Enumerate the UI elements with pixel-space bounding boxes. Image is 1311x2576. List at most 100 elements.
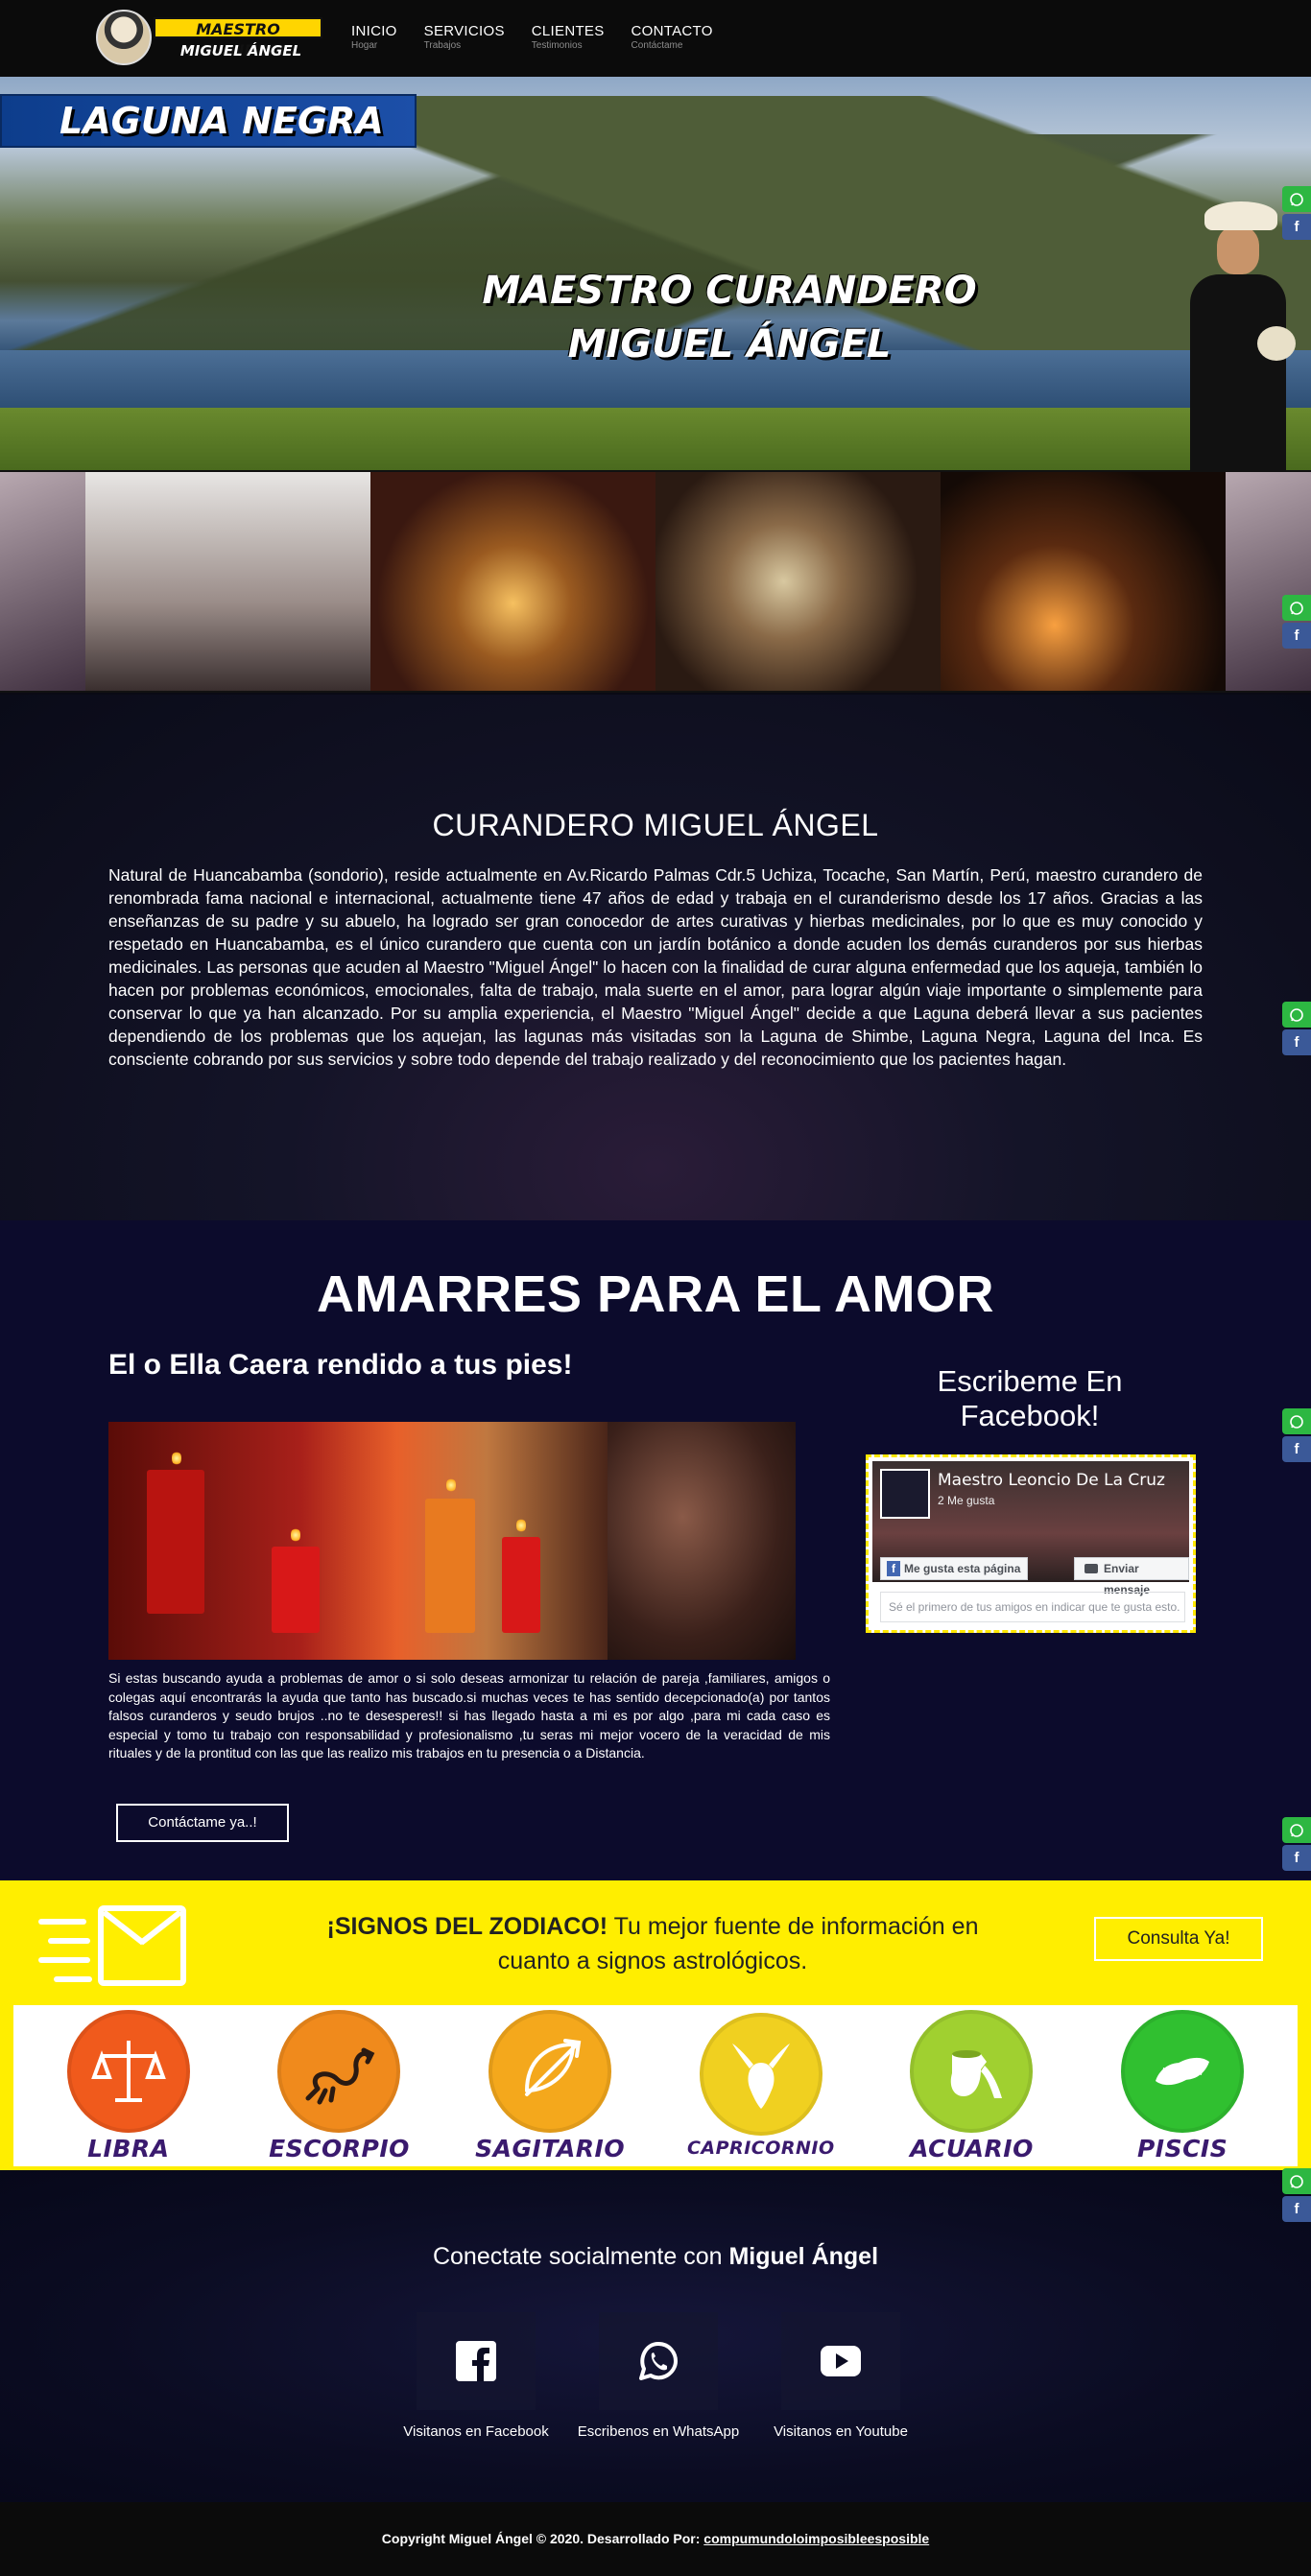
social-link-whatsapp[interactable]: Escribenos en WhatsApp (574, 2312, 743, 2440)
amarres-image (108, 1422, 796, 1660)
whatsapp-icon[interactable] (1282, 2168, 1311, 2194)
zodiac-sign-name: CAPRICORNIO (686, 2138, 835, 2159)
site-logo[interactable]: MAESTRO CURANDERO MIGUEL ÁNGEL (96, 10, 322, 65)
aquarius-icon (910, 2009, 1034, 2133)
facebook-page-thumbnail[interactable] (880, 1469, 930, 1519)
laguna-banner: LAGUNA NEGRA (0, 94, 417, 148)
strip-photo (656, 472, 941, 691)
whatsapp-icon[interactable] (1282, 1817, 1311, 1843)
social-title-pre: Conectate socialmente con (432, 2243, 729, 2270)
logo-subtitle: MIGUEL ÁNGEL (179, 42, 302, 59)
facebook-page-widget: Maestro Leoncio De La Cruz 2 Me gusta Me… (866, 1454, 1196, 1633)
capricorn-icon (699, 2013, 822, 2136)
facebook-icon[interactable]: f (1282, 1845, 1311, 1871)
whatsapp-icon[interactable] (1282, 595, 1311, 621)
logo-avatar (96, 10, 152, 65)
menu-sublabel: Contáctame (631, 40, 683, 51)
facebook-icon[interactable]: f (1282, 2196, 1311, 2222)
zodiac-sign-name: PISCIS (1136, 2134, 1228, 2162)
zodiac-signs-row: LIBRA ESCORPIO SAGITARIO CAPRICORNIO ACU… (13, 2005, 1298, 2166)
zodiac-sign-escorpio[interactable]: ESCORPIO (262, 2009, 416, 2162)
menu-label: SERVICIOS (423, 23, 505, 39)
whatsapp-icon[interactable] (1282, 186, 1311, 212)
menu-sublabel: Trabajos (423, 40, 462, 51)
photo-strip (0, 470, 1311, 693)
facebook-icon[interactable]: f (1282, 1029, 1311, 1055)
zodiac-sign-libra[interactable]: LIBRA (52, 2009, 205, 2162)
facebook-cover[interactable]: Maestro Leoncio De La Cruz 2 Me gusta Me… (872, 1461, 1189, 1596)
couple-photo (608, 1422, 796, 1660)
zodiac-sign-sagitario[interactable]: SAGITARIO (473, 2009, 627, 2162)
strip-photo (85, 472, 371, 691)
floating-share-buttons: f (1282, 595, 1311, 650)
whatsapp-icon[interactable] (1282, 1002, 1311, 1028)
facebook-like-count: 2 Me gusta (938, 1494, 995, 1507)
facebook-friends-text: Sé el primero de tus amigos en indicar q… (880, 1592, 1185, 1622)
hero-banner: LAGUNA NEGRA MAESTRO CURANDERO MIGUEL ÁN… (0, 77, 1311, 470)
zodiac-section: ¡SIGNOS DEL ZODIACO! Tu mejor fuente de … (0, 1880, 1311, 2170)
sagittarius-icon (489, 2009, 612, 2133)
bio-text: Natural de Huancabamba (sondorio), resid… (108, 865, 1203, 1069)
menu-item-inicio[interactable]: INICIO Hogar (351, 23, 397, 51)
hero-title-line2: MIGUEL ÁNGEL (567, 322, 892, 366)
bio-section: CURANDERO MIGUEL ÁNGEL Natural de Huanca… (0, 695, 1311, 1220)
zodiac-sign-capricornio[interactable]: CAPRICORNIO (684, 2013, 838, 2159)
person-face (1217, 226, 1259, 274)
floating-share-buttons: f (1282, 2168, 1311, 2224)
facebook-like-button[interactable]: Me gusta esta página (880, 1557, 1028, 1580)
zodiac-sign-name: ESCORPIO (269, 2134, 410, 2162)
site-footer: Copyright Miguel Ángel © 2020. Desarroll… (0, 2502, 1311, 2576)
facebook-icon[interactable] (417, 2312, 536, 2410)
hero-title-line1: MAESTRO CURANDERO (482, 269, 977, 313)
menu-label: CONTACTO (631, 23, 713, 39)
zodiac-heading: ¡SIGNOS DEL ZODIACO! Tu mejor fuente de … (288, 1909, 1017, 1978)
whatsapp-icon[interactable] (599, 2312, 718, 2410)
social-label: Escribenos en WhatsApp (577, 2423, 740, 2440)
facebook-page-name[interactable]: Maestro Leoncio De La Cruz (938, 1471, 1165, 1490)
zodiac-heading-bold: ¡SIGNOS DEL ZODIACO! (326, 1913, 608, 1940)
social-link-youtube[interactable]: Visitanos en Youtube (756, 2312, 925, 2440)
facebook-widget-title: Escribeme En Facebook! (937, 1364, 1123, 1432)
facebook-icon[interactable]: f (1282, 1436, 1311, 1462)
top-navbar: MAESTRO CURANDERO MIGUEL ÁNGEL INICIO Ho… (0, 0, 1311, 77)
contact-now-button[interactable]: Contáctame ya..! (116, 1804, 289, 1842)
facebook-icon[interactable]: f (1282, 623, 1311, 649)
floating-share-buttons: f (1282, 1817, 1311, 1873)
strip-photo (370, 472, 656, 691)
scorpio-icon (277, 2009, 401, 2133)
menu-item-contacto[interactable]: CONTACTO Contáctame (632, 23, 713, 51)
whatsapp-icon[interactable] (1282, 1408, 1311, 1434)
menu-item-clientes[interactable]: CLIENTES Testimonios (532, 23, 605, 51)
menu-item-servicios[interactable]: SERVICIOS Trabajos (424, 23, 505, 51)
menu-label: INICIO (351, 23, 397, 39)
social-title-name: Miguel Ángel (728, 2243, 879, 2270)
consult-now-button[interactable]: Consulta Ya! (1094, 1917, 1263, 1961)
person-hat (1204, 201, 1277, 230)
social-label: Visitanos en Facebook (403, 2423, 549, 2440)
hero-title: MAESTRO CURANDERO MIGUEL ÁNGEL (461, 264, 998, 371)
amarres-subtitle: El o Ella Caera rendido a tus pies! (108, 1349, 573, 1381)
youtube-icon[interactable] (781, 2312, 900, 2410)
footer-text: Copyright Miguel Ángel © 2020. Desarroll… (0, 2531, 1311, 2546)
facebook-icon[interactable]: f (1282, 214, 1311, 240)
zodiac-sign-piscis[interactable]: PISCIS (1106, 2009, 1259, 2162)
curandero-photo (1180, 201, 1296, 470)
skull-prop (1257, 326, 1296, 361)
libra-icon (66, 2009, 190, 2133)
amarres-title: AMARRES PARA EL AMOR (316, 1265, 994, 1323)
logo-title: MAESTRO CURANDERO (154, 17, 322, 59)
menu-sublabel: Hogar (351, 40, 378, 51)
zodiac-sign-acuario[interactable]: ACUARIO (894, 2009, 1048, 2162)
menu-sublabel: Testimonios (531, 40, 583, 51)
social-label: Visitanos en Youtube (774, 2423, 908, 2440)
floating-share-buttons: f (1282, 1408, 1311, 1464)
facebook-message-button[interactable]: Enviar mensaje (1074, 1557, 1189, 1596)
person-body (1190, 274, 1286, 470)
envelope-icon (38, 1900, 192, 1992)
main-menu: INICIO Hogar SERVICIOS Trabajos CLIENTES… (351, 23, 713, 51)
developer-link[interactable]: compumundoloimposibleesposible (703, 2531, 929, 2546)
strip-photo (0, 472, 86, 691)
social-link-facebook[interactable]: Visitanos en Facebook (392, 2312, 560, 2440)
copyright-text: Copyright Miguel Ángel © 2020. Desarroll… (381, 2531, 704, 2546)
pisces-icon (1121, 2009, 1245, 2133)
